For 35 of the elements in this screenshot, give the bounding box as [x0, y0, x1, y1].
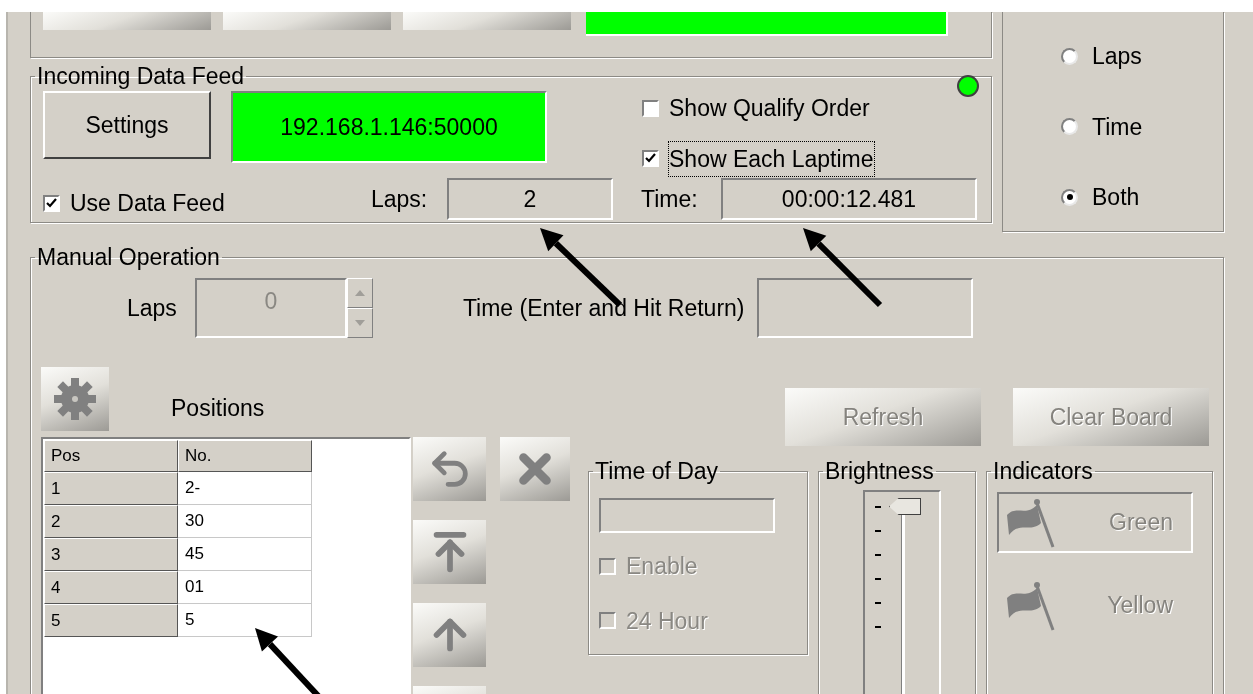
group-title: Incoming Data Feed	[36, 63, 246, 89]
checkbox-label: 24 Hour	[626, 606, 708, 636]
time-label: Time (Enter and Hit Return)	[462, 293, 745, 323]
laps-label: Laps:	[371, 185, 429, 214]
row-header: 3	[44, 538, 178, 571]
positions-title: Positions	[171, 393, 265, 423]
laps-label: Laps	[127, 293, 177, 323]
address-field: 192.168.1.146:50000	[231, 91, 547, 163]
settings-button[interactable]: Settings	[43, 91, 211, 159]
column-header[interactable]: Pos	[44, 440, 178, 472]
checkbox-label: Show Qualify Order	[669, 94, 870, 123]
time-field: 00:00:12.481	[721, 178, 977, 221]
group-title: Time of Day	[594, 458, 720, 484]
radio-label: Both	[1092, 183, 1140, 212]
table-cell[interactable]: 5	[178, 604, 312, 637]
radio-label: Time	[1092, 112, 1143, 142]
table-cell[interactable]: 30	[178, 505, 312, 538]
row-header: 2	[44, 505, 178, 538]
positions-list[interactable]: Pos No. 1 2- 2 30 3 45 4 01 5 5	[41, 437, 411, 694]
table-cell[interactable]: 45	[178, 538, 312, 571]
table-cell[interactable]: 2-	[178, 472, 312, 505]
laps-field: 2	[447, 178, 613, 221]
checkbox-label: Show Each Laptime	[669, 141, 874, 176]
row-header: 5	[44, 604, 178, 637]
time-label: Time:	[641, 185, 699, 214]
group-title: Manual Operation	[36, 244, 221, 270]
group-title: Brightness	[824, 458, 935, 484]
row-header: 4	[44, 571, 178, 604]
group-title: Indicators	[992, 458, 1094, 484]
column-header[interactable]: No.	[178, 440, 312, 472]
checkbox-label: Use Data Feed	[70, 189, 225, 218]
table-cell[interactable]: 01	[178, 571, 312, 604]
radio-label: Laps	[1092, 42, 1142, 71]
checkbox-label: Enable	[626, 552, 698, 581]
row-header: 1	[44, 472, 178, 505]
